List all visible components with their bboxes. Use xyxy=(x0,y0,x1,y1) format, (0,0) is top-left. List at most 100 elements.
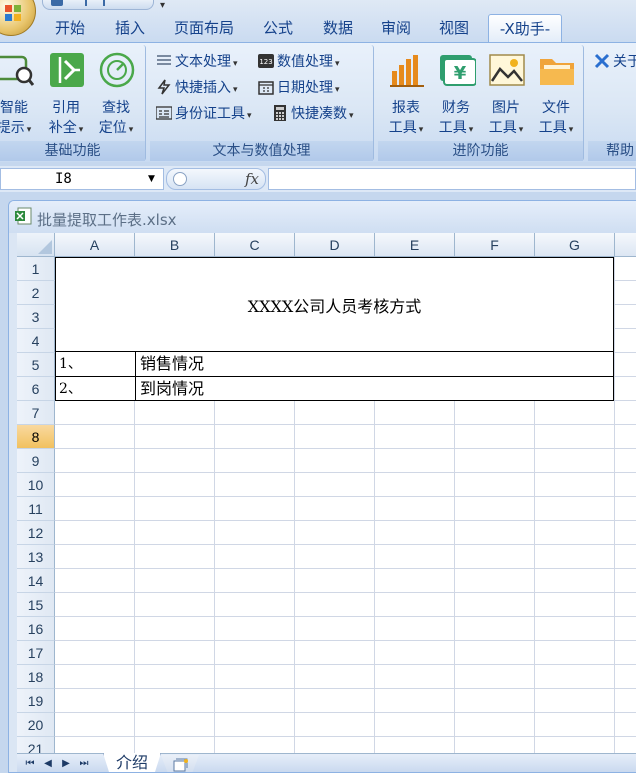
date-process-button[interactable]: 日期处理 ▾ xyxy=(258,77,340,99)
expand-icon[interactable] xyxy=(173,172,187,186)
target-icon xyxy=(99,52,135,88)
ribbon: 智能 提示 ▾ 引用 补全 ▾ 查找 定位 ▾ 基础功能 文本处理 ▾ 123 … xyxy=(0,42,636,162)
group-help-label: 帮助 xyxy=(588,141,636,161)
file-tool-label-2: 工具 ▾ xyxy=(538,120,574,136)
undo-icon[interactable] xyxy=(77,0,87,6)
tab-formulas[interactable]: 公式 xyxy=(252,14,304,42)
id-card-icon xyxy=(156,106,172,120)
group-text-number-label: 文本与数值处理 xyxy=(150,141,373,161)
new-sheet-icon xyxy=(173,758,188,772)
row-header[interactable]: 13 xyxy=(17,545,55,569)
last-sheet-icon[interactable]: ⏭ xyxy=(77,757,91,771)
save-icon[interactable] xyxy=(51,0,63,6)
group-basic-label: 基础功能 xyxy=(0,141,145,161)
group-basic-functions: 智能 提示 ▾ 引用 补全 ▾ 查找 定位 ▾ 基础功能 xyxy=(0,45,146,161)
redo-icon[interactable] xyxy=(103,0,113,6)
tab-home[interactable]: 开始 xyxy=(44,14,96,42)
tab-page-layout[interactable]: 页面布局 xyxy=(164,14,244,42)
row-header[interactable]: 10 xyxy=(17,473,55,497)
find-locate-label-2: 定位 ▾ xyxy=(98,120,134,136)
text-process-button[interactable]: 文本处理 ▾ xyxy=(156,51,238,73)
item-number-cell[interactable]: 1、 xyxy=(56,352,136,376)
sheet-tab-intro[interactable]: 介绍 xyxy=(103,753,161,772)
tab-view[interactable]: 视图 xyxy=(428,14,480,42)
tab-insert[interactable]: 插入 xyxy=(104,14,156,42)
column-header[interactable]: C xyxy=(215,233,295,257)
prev-sheet-icon[interactable]: ◀ xyxy=(41,757,55,771)
tab-x-helper[interactable]: -X助手- xyxy=(488,14,562,42)
row-header[interactable]: 11 xyxy=(17,497,55,521)
group-text-number: 文本处理 ▾ 123 数值处理 ▾ 快捷插入 ▾ 日期处理 ▾ 身份证工具 ▾ 快捷凑数 ▾ … xyxy=(150,45,374,161)
row-header[interactable]: 14 xyxy=(17,569,55,593)
row-header[interactable]: 6 xyxy=(17,377,55,401)
tab-review[interactable]: 审阅 xyxy=(370,14,422,42)
row-header[interactable]: 20 xyxy=(17,713,55,737)
row-header[interactable]: 7 xyxy=(17,401,55,425)
quick-insert-button[interactable]: 快捷插入 ▾ xyxy=(156,77,238,99)
about-button[interactable]: 关于 xyxy=(594,51,636,73)
bar-chart-icon xyxy=(390,55,424,87)
svg-text:¥: ¥ xyxy=(454,63,467,84)
row-header[interactable]: 4 xyxy=(17,329,55,353)
find-locate-button[interactable]: 查找 定位 ▾ xyxy=(92,49,140,136)
name-box-dropdown-icon[interactable]: ▼ xyxy=(148,174,155,184)
column-header[interactable]: G xyxy=(535,233,615,257)
next-sheet-icon[interactable]: ▶ xyxy=(59,757,73,771)
smart-hint-button[interactable]: 智能 提示 ▾ xyxy=(0,49,38,136)
office-button[interactable] xyxy=(0,0,36,36)
finance-tool-button[interactable]: ¥ 财务 工具 ▾ xyxy=(432,49,480,136)
column-header[interactable]: F xyxy=(455,233,535,257)
magnifier-icon xyxy=(0,55,34,86)
item-text-cell[interactable]: 销售情况 xyxy=(140,352,204,376)
quick-sum-button[interactable]: 快捷凑数 ▾ xyxy=(272,103,354,125)
row-header[interactable]: 17 xyxy=(17,641,55,665)
item-number-cell[interactable]: 2、 xyxy=(56,377,136,401)
table-row[interactable]: 2、 到岗情况 xyxy=(55,376,614,401)
formula-controls: fx xyxy=(166,168,266,190)
insert-function-button[interactable]: fx xyxy=(245,170,259,188)
dropdown-arrow-icon: ▾ xyxy=(26,125,32,135)
file-tool-button[interactable]: 文件 工具 ▾ xyxy=(532,49,580,136)
merged-title-cell[interactable]: XXXX公司人员考核方式 xyxy=(55,257,614,352)
table-row[interactable]: 1、 销售情况 xyxy=(55,352,614,377)
row-header[interactable]: 9 xyxy=(17,449,55,473)
column-header[interactable]: D xyxy=(295,233,375,257)
dropdown-arrow-icon: ▾ xyxy=(468,125,474,135)
row-header[interactable]: 18 xyxy=(17,665,55,689)
report-tool-button[interactable]: 报表 工具 ▾ xyxy=(382,49,430,136)
formula-input[interactable] xyxy=(268,168,636,190)
column-header[interactable] xyxy=(615,233,636,257)
row-header[interactable]: 19 xyxy=(17,689,55,713)
number-process-button[interactable]: 123 数值处理 ▾ xyxy=(258,51,340,73)
first-sheet-icon[interactable]: ⏮ xyxy=(23,757,37,771)
dropdown-arrow-icon: ▾ xyxy=(418,125,424,135)
column-header[interactable]: B xyxy=(135,233,215,257)
dropdown-arrow-icon: ▾ xyxy=(233,85,238,95)
id-card-tool-button[interactable]: 身份证工具 ▾ xyxy=(156,103,252,125)
qat-customize-icon[interactable]: ▾ xyxy=(160,0,165,11)
row-header[interactable]: 16 xyxy=(17,617,55,641)
select-all-button[interactable] xyxy=(17,233,55,257)
row-header[interactable]: 15 xyxy=(17,593,55,617)
row-header[interactable]: 1 xyxy=(17,257,55,281)
excel-file-icon xyxy=(15,207,32,225)
workbook-title: 批量提取工作表.xlsx xyxy=(37,211,177,229)
text-lines-icon xyxy=(157,55,171,65)
lightning-icon xyxy=(157,79,171,95)
row-header[interactable]: 21 xyxy=(17,737,55,753)
column-header[interactable]: A xyxy=(55,233,135,257)
row-header[interactable]: 12 xyxy=(17,521,55,545)
picture-icon xyxy=(489,54,525,86)
row-header[interactable]: 3 xyxy=(17,305,55,329)
column-header[interactable]: E xyxy=(375,233,455,257)
tab-data[interactable]: 数据 xyxy=(312,14,364,42)
image-tool-button[interactable]: 图片 工具 ▾ xyxy=(482,49,530,136)
row-header-active[interactable]: 8 xyxy=(17,425,55,449)
item-text-cell[interactable]: 到岗情况 xyxy=(140,377,204,401)
row-header[interactable]: 5 xyxy=(17,353,55,377)
name-box[interactable]: I8 xyxy=(0,168,164,190)
row-header[interactable]: 2 xyxy=(17,281,55,305)
reference-complete-button[interactable]: 引用 补全 ▾ xyxy=(42,49,90,136)
insert-sheet-button[interactable] xyxy=(161,755,199,772)
dropdown-arrow-icon: ▾ xyxy=(233,59,238,69)
